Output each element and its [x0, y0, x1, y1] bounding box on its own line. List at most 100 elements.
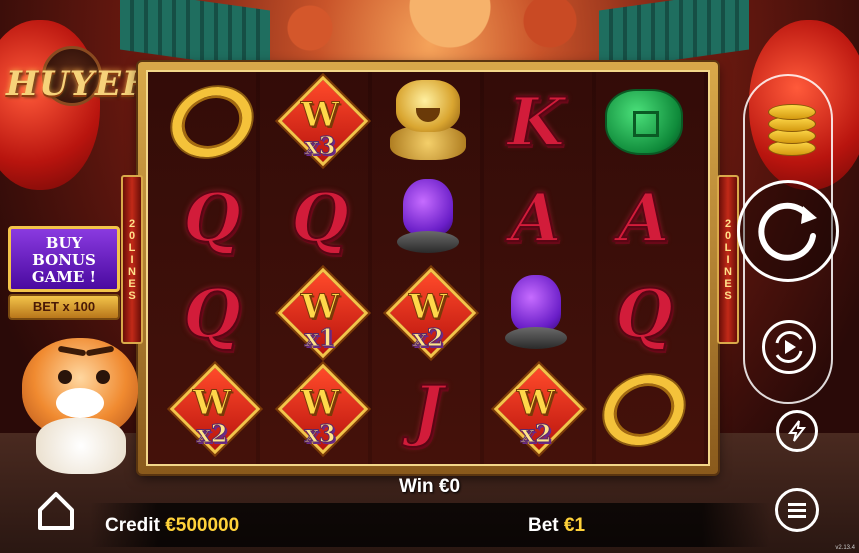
- version-label: v2.13.4: [835, 545, 855, 551]
- symbol-amethyst: [397, 179, 459, 257]
- wild-multiplier: x3: [304, 131, 336, 161]
- payline-char: 2: [128, 217, 136, 230]
- logo-text: HUYEH: [6, 64, 156, 104]
- reel-cell: [482, 266, 590, 362]
- buy-bonus-cost: BET x 100: [8, 294, 120, 320]
- payline-char: 0: [724, 229, 732, 242]
- symbol-wild: Wx3: [277, 363, 369, 455]
- payline-char: N: [128, 265, 136, 278]
- home-icon: [38, 492, 74, 530]
- spin-button[interactable]: [737, 180, 839, 282]
- symbol-q: Q: [182, 274, 241, 354]
- reel-cell: J: [374, 362, 482, 458]
- reel-cell: [374, 170, 482, 266]
- payline-char: 2: [724, 217, 732, 230]
- symbol-wild: Wx2: [169, 363, 261, 455]
- foo-head: [396, 80, 460, 132]
- credit-value: €500000: [165, 515, 240, 536]
- reel-cell: Wx3: [266, 74, 374, 170]
- spin-icon: [758, 202, 817, 261]
- payline-char: 0: [128, 229, 136, 242]
- symbol-k: K: [506, 82, 565, 162]
- tiger-muzzle: [56, 388, 104, 418]
- amethyst-base: [505, 327, 567, 349]
- wild-letter: W: [516, 383, 556, 424]
- symbol-wild: Wx2: [493, 363, 585, 455]
- symbol-a: A: [617, 178, 670, 258]
- payline-char: I: [130, 253, 134, 266]
- payline-char: L: [128, 241, 136, 254]
- reel-cell: Wx3: [266, 362, 374, 458]
- symbol-amethyst: [505, 275, 567, 353]
- reel-cell: A: [482, 170, 590, 266]
- reel-grid: Wx3 K Q Q A A Q Wx1 Wx2 Q Wx2 Wx3 J Wx2: [158, 74, 698, 458]
- lightning-icon: [788, 420, 807, 442]
- buy-bonus-line2: BONUS: [32, 251, 96, 269]
- amethyst-base: [397, 231, 459, 253]
- credit-label: Credit: [105, 515, 160, 536]
- wild-multiplier: x2: [412, 323, 444, 353]
- wild-letter: W: [300, 287, 340, 328]
- amethyst-crystal: [403, 179, 453, 235]
- autoplay-button[interactable]: [762, 320, 816, 374]
- payline-char: L: [724, 241, 732, 254]
- tiger-eye: [96, 370, 110, 384]
- coin: [768, 104, 816, 120]
- wild-letter: W: [192, 383, 232, 424]
- payline-char: S: [128, 289, 136, 302]
- payline-char: E: [128, 277, 136, 290]
- reel-cell: [374, 74, 482, 170]
- payline-char: N: [724, 265, 732, 278]
- game-logo: HUYEH: [6, 46, 154, 116]
- payline-char: E: [724, 277, 732, 290]
- symbol-gold-ring: [160, 74, 264, 170]
- wild-multiplier: x2: [196, 419, 228, 449]
- reel-cell: Wx2: [374, 266, 482, 362]
- home-button[interactable]: [34, 488, 78, 532]
- symbol-q: Q: [290, 178, 349, 258]
- menu-button[interactable]: [775, 488, 819, 532]
- bet-display[interactable]: Bet €1: [528, 515, 585, 537]
- symbol-jade-lock: [605, 89, 683, 155]
- turbo-button[interactable]: [776, 410, 818, 452]
- reel-cell: Wx2: [158, 362, 266, 458]
- symbol-wild: Wx2: [385, 267, 477, 359]
- wild-multiplier: x3: [304, 419, 336, 449]
- symbol-j: J: [411, 370, 444, 450]
- reel-cell: [590, 74, 698, 170]
- symbol-a: A: [509, 178, 562, 258]
- tiger-belly: [36, 418, 126, 474]
- coins-icon[interactable]: [768, 100, 816, 160]
- wild-letter: W: [300, 383, 340, 424]
- reel-cell: Q: [590, 266, 698, 362]
- symbol-gold-ring: [592, 362, 696, 458]
- symbol-q: Q: [182, 178, 241, 258]
- reel-cell: A: [590, 170, 698, 266]
- reel-cell: [158, 74, 266, 170]
- amethyst-crystal: [511, 275, 561, 331]
- reel-cell: [590, 362, 698, 458]
- wild-multiplier: x2: [520, 419, 552, 449]
- buy-bonus-label: BUY BONUS GAME !: [8, 226, 120, 292]
- tiger-mascot: [6, 330, 148, 475]
- buy-bonus-line1: BUY: [45, 234, 83, 252]
- wild-letter: W: [408, 287, 448, 328]
- symbol-q: Q: [614, 274, 673, 354]
- bet-value: €1: [563, 515, 586, 536]
- symbol-golden-foo-dog: [386, 80, 470, 164]
- symbol-wild: Wx3: [277, 75, 369, 167]
- buy-bonus-button[interactable]: BUY BONUS GAME ! BET x 100: [8, 226, 120, 326]
- buy-bonus-line3: GAME !: [31, 268, 97, 286]
- reel-cell: Q: [266, 170, 374, 266]
- autoplay-icon: [775, 331, 803, 363]
- win-amount: Win €0: [398, 476, 461, 497]
- reels-frame: Wx3 K Q Q A A Q Wx1 Wx2 Q Wx2 Wx3 J Wx2: [138, 62, 718, 474]
- payline-char: S: [724, 289, 732, 302]
- payline-char: I: [726, 253, 730, 266]
- wild-multiplier: x1: [304, 323, 336, 353]
- menu-icon: [788, 503, 806, 518]
- reel-cell: Wx2: [482, 362, 590, 458]
- reel-cell: Wx1: [266, 266, 374, 362]
- background-trees: [230, 0, 630, 70]
- reel-cell: K: [482, 74, 590, 170]
